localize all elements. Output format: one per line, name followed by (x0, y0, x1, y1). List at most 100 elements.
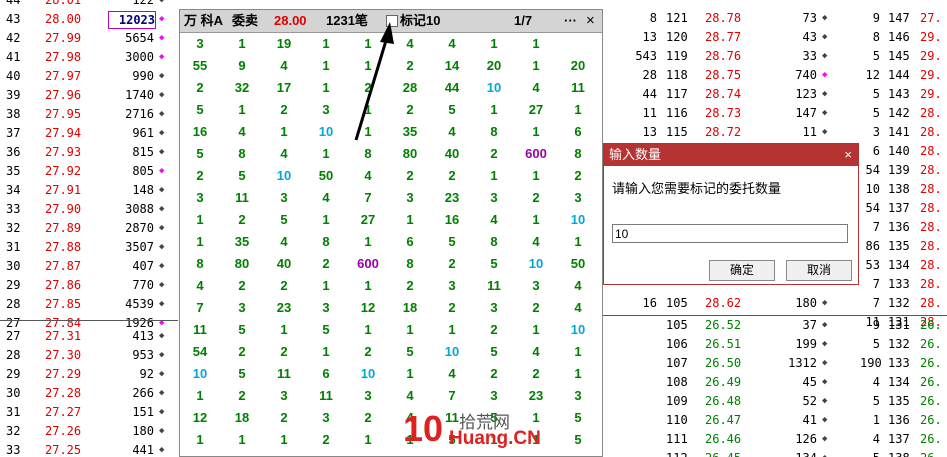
order-cell: 4 (238, 124, 246, 139)
level-number: 133 (888, 356, 910, 370)
flag-icon: ◆ (159, 204, 165, 214)
order-cell: 8 (364, 146, 372, 161)
price: 27.93 (45, 145, 82, 159)
level-number: 146 (888, 30, 910, 44)
flag-icon: ◆ (159, 109, 165, 119)
side-count: 44 (642, 87, 657, 101)
level-number: 109 (666, 394, 688, 408)
flag-icon: ◆ (159, 185, 165, 195)
level-number: 107 (666, 356, 688, 370)
order-cell: 2 (490, 322, 498, 337)
volume: 953 (132, 348, 154, 362)
order-cell: 18 (234, 410, 250, 425)
side-count: 4 (872, 432, 880, 446)
side-count: 6 (872, 144, 880, 158)
mark-label[interactable]: 标记10 (400, 10, 440, 32)
order-cell: 3 (406, 190, 414, 205)
level-number: 105 (666, 296, 688, 310)
price: 26. (920, 375, 942, 389)
order-cell: 40 (444, 146, 460, 161)
order-cell: 1 (532, 168, 540, 183)
close-icon[interactable]: × (844, 144, 852, 166)
level-number: 31 (6, 405, 21, 419)
order-cell: 11 (571, 80, 585, 95)
order-cell: 2 (448, 256, 456, 271)
order-cell: 1 (574, 344, 582, 359)
close-icon[interactable]: × (586, 10, 595, 32)
volume: 92 (139, 367, 154, 381)
quantity-input[interactable] (612, 224, 848, 243)
order-cell: 4 (448, 124, 456, 139)
side-count: 5 (872, 394, 880, 408)
flag-icon: ◆ (159, 388, 165, 398)
volume: 407 (132, 259, 154, 273)
input-quantity-dialog[interactable]: 输入数量 × 请输入您需要标记的委托数量 确定 取消 (603, 143, 859, 285)
side-count: 7 (872, 220, 880, 234)
level-number: 29 (6, 278, 21, 292)
volume: 740 (795, 68, 817, 82)
flag-icon: ◆ (822, 434, 828, 444)
order-cell: 4 (280, 146, 288, 161)
flag-icon: ◆ (159, 33, 165, 43)
more-icon[interactable]: ··· (564, 10, 577, 32)
price: 26. (920, 413, 942, 427)
price: 26.45 (705, 449, 741, 457)
level-number: 135 (888, 394, 910, 408)
order-cell: 1 (490, 168, 498, 183)
side-count: 8 (872, 30, 880, 44)
price: 28.75 (705, 68, 742, 82)
flag-icon: ◆ (822, 70, 828, 80)
volume: 770 (132, 278, 154, 292)
order-cell: 6 (558, 451, 598, 456)
order-cell: 2 (180, 451, 220, 456)
volume: 126 (795, 432, 817, 446)
price: 27.85 (45, 297, 82, 311)
volume: 52 (802, 394, 817, 408)
price: 28. (920, 239, 942, 253)
order-cell: 4 (364, 168, 372, 183)
price: 27.98 (45, 50, 82, 64)
price: 27.92 (45, 164, 82, 178)
cancel-button[interactable]: 取消 (786, 260, 852, 281)
volume: 961 (132, 126, 154, 140)
order-cell: 4 (448, 36, 456, 51)
side-count: 9 (872, 11, 880, 25)
page-indicator: 1/7 (514, 13, 533, 28)
order-cell: 2 (196, 168, 204, 183)
order-cell: 1 (364, 234, 372, 249)
order-cell: 3 (364, 388, 372, 403)
order-cell: 1 (490, 36, 498, 51)
level-number: 37 (6, 126, 21, 140)
level-number: 120 (666, 30, 688, 44)
price: 27.86 (45, 278, 82, 292)
flag-icon: ◆ (822, 13, 828, 23)
order-cell: 19 (276, 36, 292, 51)
price: 28. (920, 182, 942, 196)
volume: 805 (132, 164, 154, 178)
order-cell: 3 (196, 190, 204, 205)
right-order-book: 9 147 27. 8 146 29. 5 145 29. 12 144 29. 5 143 29. 5 142… (860, 0, 947, 457)
order-cell: 8 (490, 234, 498, 249)
dialog-titlebar[interactable]: 输入数量 × (604, 144, 858, 166)
volume: 2716 (125, 107, 154, 121)
level-number: 43 (6, 12, 21, 26)
volume: 134 (767, 449, 817, 457)
order-cell: 1 (322, 278, 330, 293)
volume: 122 (132, 0, 154, 7)
order-cell: 4 (280, 234, 288, 249)
order-cell: 1 (574, 366, 582, 381)
order-cell: 50 (318, 168, 334, 183)
order-cell: 5 (238, 322, 246, 337)
order-cell: 2 (364, 344, 372, 359)
order-cell: 7 (448, 388, 456, 403)
price: 28.00 (45, 12, 82, 26)
order-cell: 40 (276, 256, 292, 271)
left-order-book: 44 28.01 122 ◆ 43 28.00 12023 ◆ 42 27.99 5654 ◆ 41 27… (0, 0, 178, 457)
price: 27.96 (45, 88, 82, 102)
flag-icon: ◆ (822, 32, 828, 42)
side-count: 8 (649, 11, 657, 25)
price: 27.30 (45, 348, 82, 362)
volume: 3088 (125, 202, 154, 216)
ok-button[interactable]: 确定 (709, 260, 775, 281)
side-count: 54 (865, 163, 880, 177)
